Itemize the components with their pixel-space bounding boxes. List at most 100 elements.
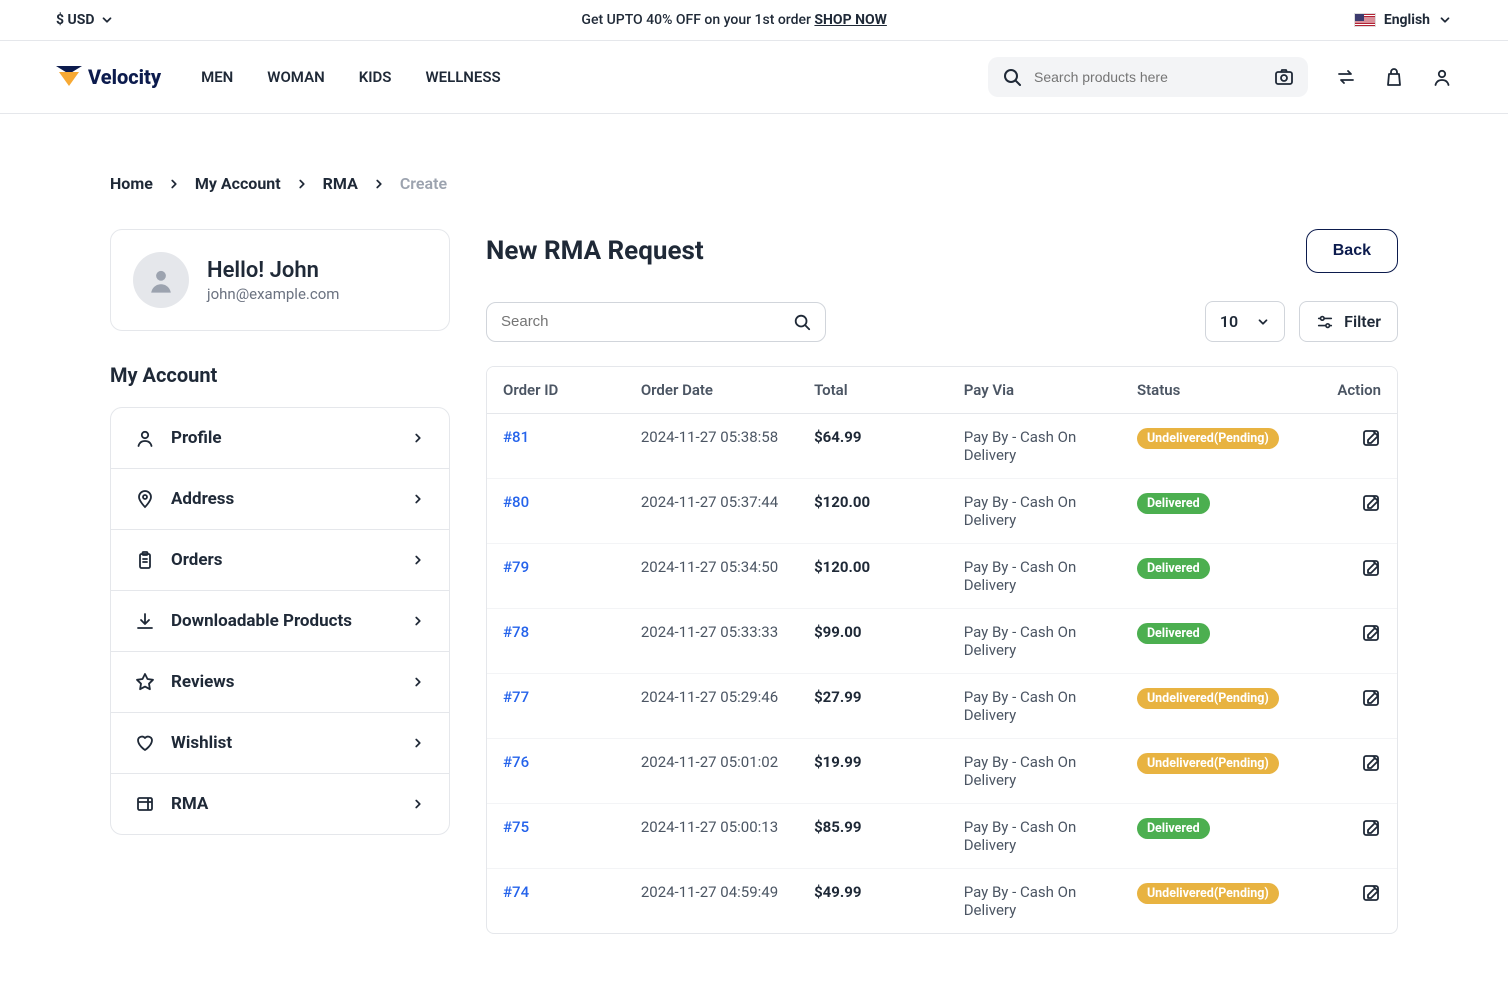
nav-item[interactable]: KIDS	[359, 68, 392, 86]
edit-icon[interactable]	[1361, 883, 1381, 903]
sidebar-item[interactable]: Wishlist	[111, 713, 449, 774]
order-link[interactable]: #79	[503, 558, 529, 576]
sidebar-item[interactable]: Address	[111, 469, 449, 530]
order-date: 2024-11-27 05:38:58	[641, 428, 778, 446]
order-link[interactable]: #78	[503, 623, 529, 641]
status-badge: Delivered	[1137, 493, 1210, 514]
main-nav: MEN WOMAN KIDS WELLNESS	[201, 68, 501, 86]
site-header: Velocity MEN WOMAN KIDS WELLNESS	[0, 41, 1508, 114]
edit-icon[interactable]	[1361, 688, 1381, 708]
chevron-down-icon	[1438, 13, 1452, 27]
order-link[interactable]: #76	[503, 753, 529, 771]
edit-icon[interactable]	[1361, 558, 1381, 578]
edit-icon[interactable]	[1361, 623, 1381, 643]
order-total: $99.00	[814, 623, 861, 641]
table-row: #77 2024-11-27 05:29:46 $27.99 Pay By - …	[487, 674, 1397, 739]
search-input[interactable]	[1034, 69, 1262, 85]
order-date: 2024-11-27 05:29:46	[641, 688, 778, 706]
breadcrumb-item[interactable]: Home	[110, 174, 153, 193]
top-bar: $ USD Get UPTO 40% OFF on your 1st order…	[0, 0, 1508, 41]
order-total: $19.99	[814, 753, 861, 771]
pay-via: Pay By - Cash On Delivery	[964, 688, 1129, 724]
order-date: 2024-11-27 05:33:33	[641, 623, 778, 641]
sidebar-item[interactable]: RMA	[111, 774, 449, 834]
user-card: Hello! John john@example.com	[110, 229, 450, 331]
sidebar-item-label: RMA	[171, 794, 208, 814]
table-search-input[interactable]	[501, 313, 793, 330]
sidebar-item-label: Wishlist	[171, 733, 232, 753]
sidebar-item[interactable]: Profile	[111, 408, 449, 469]
breadcrumb-item[interactable]: My Account	[195, 174, 281, 193]
col-status: Status	[1137, 381, 1302, 399]
order-link[interactable]: #74	[503, 883, 529, 901]
chevron-right-icon	[411, 675, 425, 689]
order-total: $85.99	[814, 818, 861, 836]
order-link[interactable]: #80	[503, 493, 529, 511]
order-date: 2024-11-27 05:00:13	[641, 818, 778, 836]
order-link[interactable]: #77	[503, 688, 529, 706]
back-button[interactable]: Back	[1306, 229, 1398, 273]
table-row: #74 2024-11-27 04:59:49 $49.99 Pay By - …	[487, 869, 1397, 933]
order-total: $120.00	[814, 558, 870, 576]
camera-icon[interactable]	[1274, 67, 1294, 87]
table-search[interactable]	[486, 302, 826, 342]
chevron-right-icon	[295, 177, 309, 191]
pay-via: Pay By - Cash On Delivery	[964, 818, 1129, 854]
search-icon	[793, 313, 811, 331]
promo-banner: Get UPTO 40% OFF on your 1st order SHOP …	[581, 12, 886, 28]
account-icon[interactable]	[1432, 67, 1452, 87]
order-date: 2024-11-27 05:37:44	[641, 493, 778, 511]
currency-selector[interactable]: $ USD	[56, 12, 114, 28]
cart-icon[interactable]	[1384, 67, 1404, 87]
star-icon	[135, 672, 155, 692]
col-pay-via: Pay Via	[964, 381, 1129, 399]
chevron-right-icon	[411, 614, 425, 628]
table-row: #79 2024-11-27 05:34:50 $120.00 Pay By -…	[487, 544, 1397, 609]
order-link[interactable]: #81	[503, 428, 529, 446]
sidebar-item[interactable]: Orders	[111, 530, 449, 591]
nav-item[interactable]: MEN	[201, 68, 233, 86]
filter-button[interactable]: Filter	[1299, 301, 1398, 342]
chevron-right-icon	[411, 492, 425, 506]
promo-text: Get UPTO 40% OFF on your 1st order	[581, 12, 814, 28]
edit-icon[interactable]	[1361, 428, 1381, 448]
rma-icon	[135, 794, 155, 814]
clipboard-icon	[135, 550, 155, 570]
pay-via: Pay By - Cash On Delivery	[964, 558, 1129, 594]
shop-now-link[interactable]: SHOP NOW	[814, 12, 886, 28]
order-total: $27.99	[814, 688, 861, 706]
sidebar-item-label: Profile	[171, 428, 222, 448]
chevron-right-icon	[167, 177, 181, 191]
order-link[interactable]: #75	[503, 818, 529, 836]
search-icon	[1002, 67, 1022, 87]
pay-via: Pay By - Cash On Delivery	[964, 623, 1129, 659]
sidebar-item[interactable]: Reviews	[111, 652, 449, 713]
filter-label: Filter	[1344, 312, 1381, 331]
chevron-right-icon	[411, 431, 425, 445]
per-page-dropdown[interactable]: 10	[1205, 301, 1285, 342]
user-greeting: Hello! John	[207, 258, 339, 283]
main-content: New RMA Request Back 10 Filter	[486, 229, 1398, 934]
order-date: 2024-11-27 05:34:50	[641, 558, 778, 576]
edit-icon[interactable]	[1361, 818, 1381, 838]
sidebar-item-label: Downloadable Products	[171, 611, 352, 631]
edit-icon[interactable]	[1361, 493, 1381, 513]
breadcrumb-current: Create	[400, 174, 447, 193]
sidebar-item[interactable]: Downloadable Products	[111, 591, 449, 652]
breadcrumb-item[interactable]: RMA	[323, 174, 358, 193]
logo[interactable]: Velocity	[56, 65, 161, 89]
sidebar-item-label: Orders	[171, 550, 223, 570]
nav-item[interactable]: WOMAN	[267, 68, 324, 86]
status-badge: Delivered	[1137, 818, 1210, 839]
user-email: john@example.com	[207, 285, 339, 303]
edit-icon[interactable]	[1361, 753, 1381, 773]
compare-icon[interactable]	[1336, 67, 1356, 87]
table-row: #81 2024-11-27 05:38:58 $64.99 Pay By - …	[487, 414, 1397, 479]
search-box[interactable]	[988, 57, 1308, 97]
user-avatar-icon	[147, 266, 175, 294]
nav-item[interactable]: WELLNESS	[425, 68, 500, 86]
chevron-right-icon	[411, 736, 425, 750]
logo-text: Velocity	[88, 65, 161, 89]
col-total: Total	[814, 381, 956, 399]
language-selector[interactable]: English	[1354, 12, 1452, 28]
